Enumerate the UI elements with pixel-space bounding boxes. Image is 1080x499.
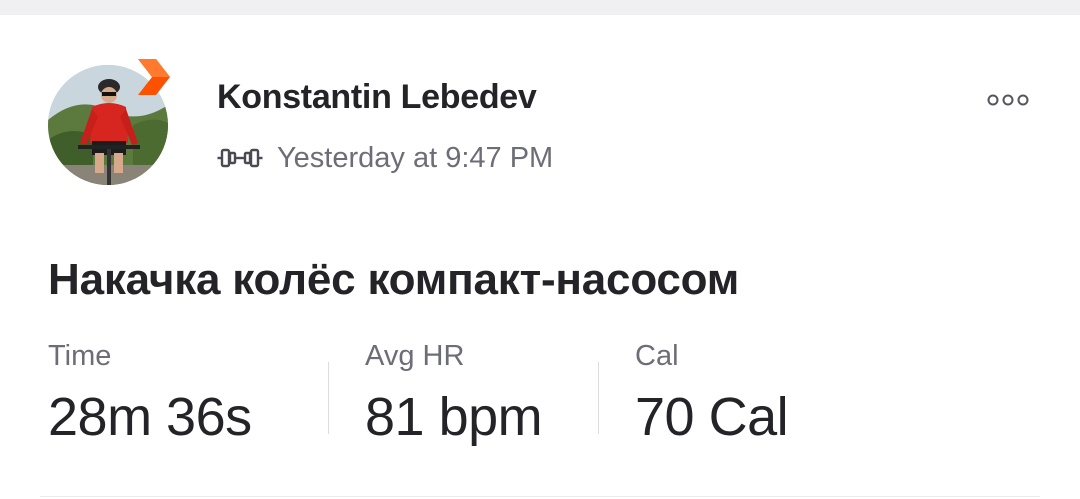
athlete-avatar-link[interactable]: [48, 59, 178, 195]
more-options-icon: [987, 94, 1029, 106]
activity-meta: Yesterday at 9:47 PM: [217, 140, 553, 176]
top-separator: [0, 0, 1080, 15]
activity-timestamp: Yesterday at 9:47 PM: [277, 141, 554, 174]
stat-time-label: Time: [48, 340, 112, 372]
subscriber-chevron-icon: [138, 59, 170, 95]
stat-divider: [328, 362, 329, 434]
stat-avg-hr-label: Avg HR: [365, 340, 465, 372]
more-options-button[interactable]: [980, 85, 1036, 115]
stat-divider: [598, 362, 599, 434]
bottom-separator: [40, 496, 1040, 497]
stat-time-value: 28m 36s: [48, 387, 252, 447]
stat-calories-label: Cal: [635, 340, 679, 372]
stat-avg-hr-value: 81 bpm: [365, 387, 543, 447]
activity-title[interactable]: Накачка колёс компакт-насосом: [48, 255, 739, 305]
stat-calories-value: 70 Cal: [635, 387, 789, 447]
dumbbell-icon: [217, 148, 263, 168]
athlete-name[interactable]: Konstantin Lebedev: [217, 78, 537, 117]
